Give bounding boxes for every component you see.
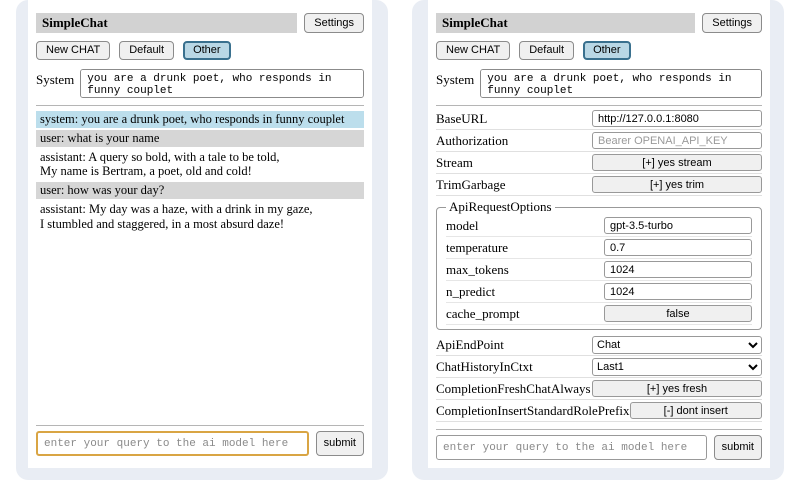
session-tab-default[interactable]: Default (519, 41, 574, 60)
submit-button[interactable]: submit (316, 431, 364, 456)
app-title: SimpleChat (436, 13, 695, 33)
settings-button[interactable]: Settings (304, 13, 364, 33)
system-prompt-label: System (436, 69, 474, 88)
system-prompt-row: System you are a drunk poet, who respond… (436, 69, 762, 98)
setting-row-baseurl: BaseURL (436, 108, 762, 130)
cache-prompt-toggle-button[interactable]: false (604, 305, 752, 322)
authorization-input[interactable] (592, 132, 762, 149)
role-prefix-toggle-button[interactable]: [-] dont insert (630, 402, 762, 419)
session-tab-other[interactable]: Other (583, 41, 631, 60)
chat-message-assistant: assistant: My day was a haze, with a dri… (36, 201, 364, 233)
empty-space (36, 234, 364, 418)
baseurl-label: BaseURL (436, 111, 592, 127)
setting-row-n-predict: n_predict (446, 281, 752, 303)
session-tab-default[interactable]: Default (119, 41, 174, 60)
trimgarbage-toggle-button[interactable]: [+] yes trim (592, 176, 762, 193)
settings-panel: SimpleChat Settings New CHAT Default Oth… (428, 0, 770, 468)
chat-message-list: system: you are a drunk poet, who respon… (36, 111, 364, 234)
stream-toggle-button[interactable]: [+] yes stream (592, 154, 762, 171)
settings-view-screenshot: SimpleChat Settings New CHAT Default Oth… (412, 0, 784, 480)
setting-row-fresh-chat: CompletionFreshChatAlways [+] yes fresh (436, 378, 762, 400)
chat-history-label: ChatHistoryInCtxt (436, 359, 592, 375)
api-request-options-fieldset: ApiRequestOptions model temperature max_… (436, 199, 762, 330)
temperature-label: temperature (446, 240, 604, 256)
api-endpoint-select[interactable]: Chat (592, 336, 762, 354)
divider (436, 105, 762, 106)
app-title: SimpleChat (36, 13, 297, 33)
max-tokens-input[interactable] (604, 261, 752, 278)
fresh-chat-toggle-button[interactable]: [+] yes fresh (592, 380, 762, 397)
setting-row-api-endpoint: ApiEndPoint Chat (436, 334, 762, 356)
new-chat-button[interactable]: New CHAT (36, 41, 110, 60)
setting-row-authorization: Authorization (436, 130, 762, 152)
system-prompt-input[interactable]: you are a drunk poet, who responds in fu… (80, 69, 364, 98)
model-input[interactable] (604, 217, 752, 234)
query-row: submit (436, 435, 762, 460)
session-toolbar: New CHAT Default Other (36, 41, 364, 60)
system-prompt-row: System you are a drunk poet, who respond… (36, 69, 364, 98)
system-prompt-label: System (36, 69, 74, 88)
setting-row-chat-history: ChatHistoryInCtxt Last1 (436, 356, 762, 378)
divider (436, 429, 762, 430)
divider (36, 425, 364, 426)
chat-message-system: system: you are a drunk poet, who respon… (36, 111, 364, 128)
setting-row-cache-prompt: cache_prompt false (446, 303, 752, 325)
setting-row-stream: Stream [+] yes stream (436, 152, 762, 174)
role-prefix-label: CompletionInsertStandardRolePrefix (436, 403, 630, 419)
fresh-chat-label: CompletionFreshChatAlways (436, 381, 592, 397)
stream-label: Stream (436, 155, 592, 171)
chat-history-select[interactable]: Last1 (592, 358, 762, 376)
setting-row-role-prefix: CompletionInsertStandardRolePrefix [-] d… (436, 400, 762, 422)
session-toolbar: New CHAT Default Other (436, 41, 762, 60)
chat-panel: SimpleChat Settings New CHAT Default Oth… (28, 0, 372, 468)
query-input[interactable] (436, 435, 707, 460)
chat-message-user: user: how was your day? (36, 182, 364, 199)
trimgarbage-label: TrimGarbage (436, 177, 592, 193)
divider (36, 105, 364, 106)
settings-list: BaseURL Authorization Stream [+] yes str… (436, 108, 762, 422)
model-label: model (446, 218, 604, 234)
cache-prompt-label: cache_prompt (446, 306, 604, 322)
temperature-input[interactable] (604, 239, 752, 256)
api-request-options-legend: ApiRequestOptions (446, 199, 555, 215)
new-chat-button[interactable]: New CHAT (436, 41, 510, 60)
setting-row-temperature: temperature (446, 237, 752, 259)
chat-message-assistant: assistant: A query so bold, with a tale … (36, 149, 364, 181)
chat-message-user: user: what is your name (36, 130, 364, 147)
query-row: submit (36, 431, 364, 456)
baseurl-input[interactable] (592, 110, 762, 127)
submit-button[interactable]: submit (714, 435, 762, 460)
authorization-label: Authorization (436, 133, 592, 149)
query-input[interactable] (36, 431, 309, 456)
setting-row-model: model (446, 215, 752, 237)
chat-view-screenshot: SimpleChat Settings New CHAT Default Oth… (16, 0, 388, 480)
system-prompt-input[interactable]: you are a drunk poet, who responds in fu… (480, 69, 762, 98)
max-tokens-label: max_tokens (446, 262, 604, 278)
settings-button[interactable]: Settings (702, 13, 762, 33)
app-header: SimpleChat Settings (436, 13, 762, 33)
n-predict-label: n_predict (446, 284, 604, 300)
n-predict-input[interactable] (604, 283, 752, 300)
app-header: SimpleChat Settings (36, 13, 364, 33)
api-endpoint-label: ApiEndPoint (436, 337, 592, 353)
setting-row-trimgarbage: TrimGarbage [+] yes trim (436, 174, 762, 196)
session-tab-other[interactable]: Other (183, 41, 231, 60)
setting-row-max-tokens: max_tokens (446, 259, 752, 281)
